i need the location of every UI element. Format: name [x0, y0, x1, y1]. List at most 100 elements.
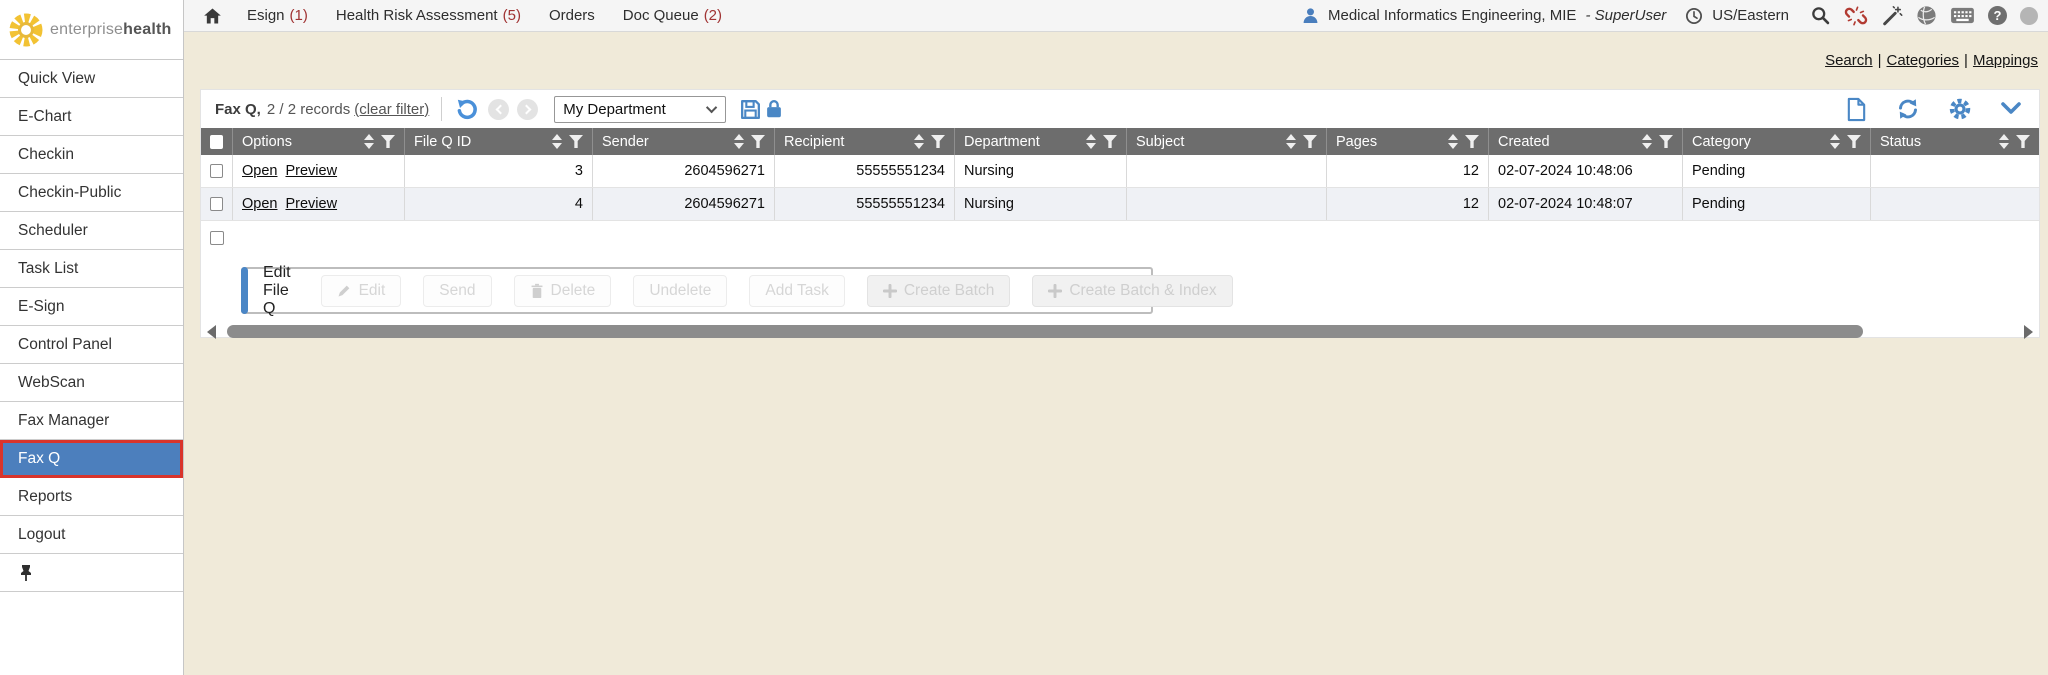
send-button[interactable]: Send: [423, 275, 491, 307]
column-header-status[interactable]: Status: [1871, 128, 2039, 155]
sidebar-item-logout[interactable]: Logout: [0, 516, 183, 554]
broken-link-icon[interactable]: [1844, 5, 1868, 27]
clock-icon[interactable]: [1685, 7, 1703, 25]
table-header-row: Options File Q ID Sender Recipient Depar…: [201, 128, 2039, 155]
lock-icon[interactable]: [763, 97, 785, 121]
search-link[interactable]: Search: [1825, 52, 1873, 69]
timezone-label[interactable]: US/Eastern: [1712, 7, 1789, 24]
filter-icon[interactable]: [1103, 135, 1117, 148]
select-all-checkbox[interactable]: [210, 135, 223, 149]
main-area: Search|Categories|Mappings Fax Q, 2 / 2 …: [184, 32, 2048, 675]
scrollbar-thumb[interactable]: [227, 325, 1863, 338]
search-icon[interactable]: [1810, 5, 1831, 26]
column-header-sender[interactable]: Sender: [593, 128, 775, 155]
pin-icon[interactable]: [18, 564, 34, 582]
sort-icon[interactable]: [1448, 134, 1458, 149]
scroll-right-arrow[interactable]: [2024, 325, 2033, 339]
scroll-left-arrow[interactable]: [207, 325, 216, 339]
sort-icon[interactable]: [1286, 134, 1296, 149]
mappings-link[interactable]: Mappings: [1973, 52, 2038, 69]
sort-icon[interactable]: [734, 134, 744, 149]
column-header-recipient[interactable]: Recipient: [775, 128, 955, 155]
filter-icon[interactable]: [1303, 135, 1317, 148]
sidebar-item-fax-q-active[interactable]: Fax Q: [0, 440, 183, 478]
next-page-button[interactable]: [517, 99, 538, 120]
preview-link[interactable]: Preview: [285, 163, 337, 179]
table-row: OpenPreview 3 2604596271 55555551234 Nur…: [201, 155, 2039, 188]
open-link[interactable]: Open: [242, 163, 277, 179]
categories-link[interactable]: Categories: [1887, 52, 1960, 69]
refresh-icon[interactable]: [1895, 97, 1921, 121]
undelete-button[interactable]: Undelete: [633, 275, 727, 307]
home-icon[interactable]: [202, 6, 223, 26]
column-header-subject[interactable]: Subject: [1127, 128, 1327, 155]
sender-cell: 2604596271: [593, 155, 775, 187]
sidebar-item-fax-manager[interactable]: Fax Manager: [0, 402, 183, 440]
create-batch-button[interactable]: Create Batch: [867, 275, 1010, 307]
row-checkbox[interactable]: [210, 197, 223, 211]
sidebar-item-control-panel[interactable]: Control Panel: [0, 326, 183, 364]
sidebar-item-checkin[interactable]: Checkin: [0, 136, 183, 174]
filter-icon[interactable]: [1847, 135, 1861, 148]
filter-icon[interactable]: [569, 135, 583, 148]
save-icon[interactable]: [738, 97, 763, 122]
row-checkbox[interactable]: [210, 164, 223, 178]
gear-icon[interactable]: [1948, 97, 1972, 121]
globe-icon[interactable]: [1916, 5, 1937, 26]
column-header-pages[interactable]: Pages: [1327, 128, 1489, 155]
sort-icon[interactable]: [914, 134, 924, 149]
collapse-chevron-icon[interactable]: [1999, 100, 2023, 118]
column-header-category[interactable]: Category: [1683, 128, 1871, 155]
status-cell: [1871, 155, 2039, 187]
app-logo-text: enterprisehealth: [50, 21, 171, 39]
sort-icon[interactable]: [1086, 134, 1096, 149]
edit-button[interactable]: Edit: [321, 275, 402, 307]
nav-doc-queue[interactable]: Doc Queue(2): [623, 7, 722, 24]
filter-icon[interactable]: [1659, 135, 1673, 148]
add-task-button[interactable]: Add Task: [749, 275, 844, 307]
preview-link[interactable]: Preview: [285, 196, 337, 212]
recipient-cell: 55555551234: [775, 188, 955, 220]
create-batch-index-button[interactable]: Create Batch & Index: [1032, 275, 1232, 307]
keyboard-icon[interactable]: [1950, 6, 1975, 25]
nav-orders[interactable]: Orders: [549, 7, 595, 24]
sidebar-item-checkin-public[interactable]: Checkin-Public: [0, 174, 183, 212]
sidebar-item-scheduler[interactable]: Scheduler: [0, 212, 183, 250]
wand-icon[interactable]: [1881, 5, 1903, 27]
nav-hra-count: (5): [503, 7, 521, 24]
undo-icon[interactable]: [454, 97, 480, 122]
column-header-created[interactable]: Created: [1489, 128, 1683, 155]
sidebar-item-task-list[interactable]: Task List: [0, 250, 183, 288]
avatar-circle-icon[interactable]: [2020, 7, 2038, 25]
filter-icon[interactable]: [1465, 135, 1479, 148]
created-cell: 02-07-2024 10:48:07: [1489, 188, 1683, 220]
filter-icon[interactable]: [2016, 135, 2030, 148]
filter-icon[interactable]: [381, 135, 395, 148]
column-header-file-q-id[interactable]: File Q ID: [405, 128, 593, 155]
sidebar-item-webscan[interactable]: WebScan: [0, 364, 183, 402]
clear-filter-link[interactable]: (clear filter): [354, 101, 429, 118]
filter-icon[interactable]: [931, 135, 945, 148]
new-document-icon[interactable]: [1845, 97, 1868, 122]
delete-button[interactable]: Delete: [514, 275, 612, 307]
sort-icon[interactable]: [364, 134, 374, 149]
column-header-department[interactable]: Department: [955, 128, 1127, 155]
sidebar-item-quick-view[interactable]: Quick View: [0, 60, 183, 98]
sort-icon[interactable]: [1642, 134, 1652, 149]
help-icon[interactable]: ?: [1988, 6, 2007, 25]
sidebar-item-reports[interactable]: Reports: [0, 478, 183, 516]
sidebar-item-e-chart[interactable]: E-Chart: [0, 98, 183, 136]
prev-page-button[interactable]: [488, 99, 509, 120]
nav-health-risk-assessment[interactable]: Health Risk Assessment(5): [336, 7, 521, 24]
column-header-options[interactable]: Options: [233, 128, 405, 155]
sort-icon[interactable]: [1999, 134, 2009, 149]
row-checkbox[interactable]: [210, 231, 224, 245]
sidebar-item-e-sign[interactable]: E-Sign: [0, 288, 183, 326]
nav-esign[interactable]: Esign(1): [247, 7, 308, 24]
file-q-id-cell: 4: [405, 188, 593, 220]
sort-icon[interactable]: [552, 134, 562, 149]
sort-icon[interactable]: [1830, 134, 1840, 149]
open-link[interactable]: Open: [242, 196, 277, 212]
filter-icon[interactable]: [751, 135, 765, 148]
department-select[interactable]: My Department: [554, 96, 726, 123]
